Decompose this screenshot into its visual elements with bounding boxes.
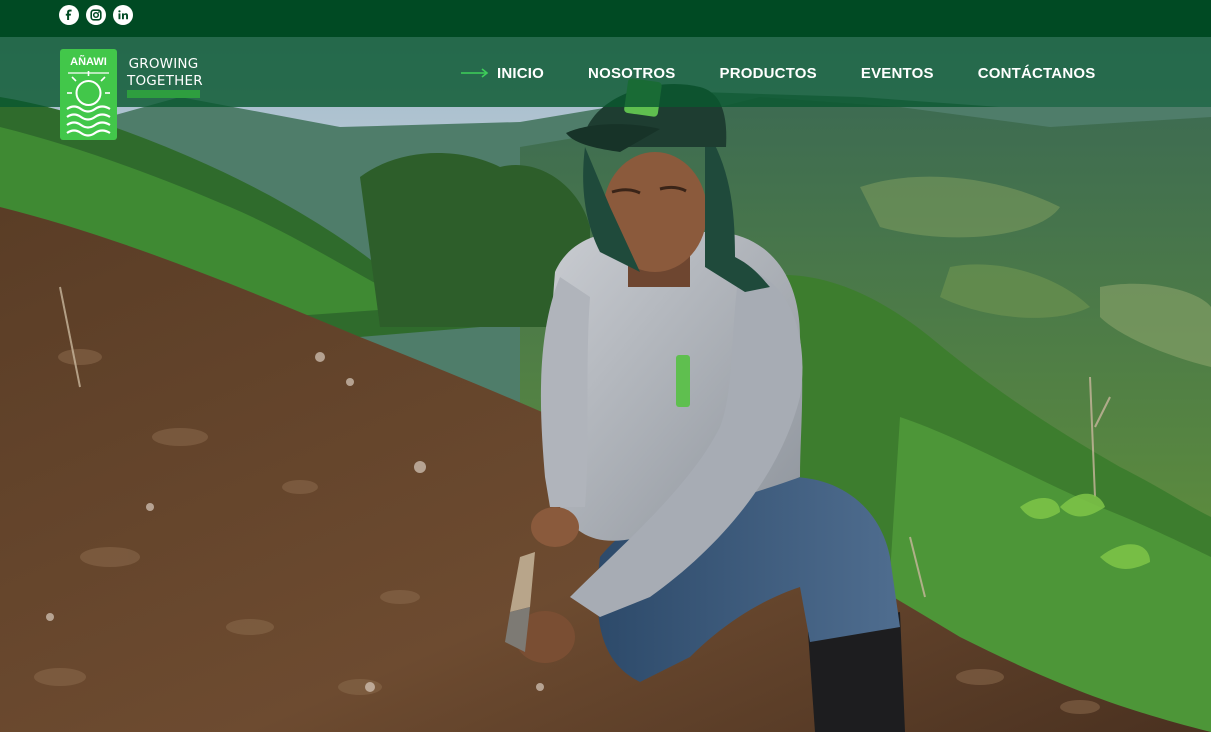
facebook-icon[interactable] (59, 5, 79, 25)
tagline-text: GROWING TOGETHER (127, 56, 203, 89)
nav-item-contactanos[interactable]: CONTÁCTANOS (978, 65, 1096, 82)
brand-logo[interactable]: AÑAWI (60, 49, 117, 140)
logo-text: AÑAWI (70, 55, 107, 68)
top-bar (0, 0, 1211, 37)
linkedin-icon[interactable] (113, 5, 133, 25)
nav-item-productos[interactable]: PRODUCTOS (720, 65, 817, 82)
primary-nav: INICIO NOSOTROS PRODUCTOS EVENTOS CONTÁC… (461, 63, 1095, 83)
nav-item-eventos[interactable]: EVENTOS (861, 65, 934, 82)
active-arrow-icon (461, 68, 489, 78)
nav-item-nosotros[interactable]: NOSOTROS (588, 65, 675, 82)
nav-item-inicio[interactable]: INICIO (497, 65, 544, 82)
brand-tagline: GROWING TOGETHER (127, 55, 203, 98)
tagline-underline (127, 90, 200, 98)
hero-image (0, 37, 1211, 732)
instagram-icon[interactable] (86, 5, 106, 25)
social-links (59, 5, 133, 25)
